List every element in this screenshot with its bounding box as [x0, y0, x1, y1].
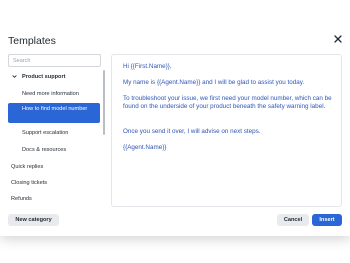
close-icon-glyph [334, 35, 342, 43]
chevron-down-icon[interactable] [12, 74, 17, 79]
cancel-button[interactable]: Cancel [277, 214, 309, 226]
template-signature: {{Agent.Name}} [123, 144, 167, 151]
category-product-support[interactable]: Product support [22, 74, 66, 80]
template-paragraph: My name is {{Agent.Name}} and I will be … [123, 79, 305, 86]
template-item[interactable]: Need more information [22, 91, 79, 97]
insert-button[interactable]: Insert [312, 214, 342, 226]
template-preview: Hi {{First.Name}}, My name is {{Agent.Na… [111, 54, 342, 207]
template-paragraph: Once you send it over, I will advise on … [123, 128, 261, 135]
close-icon[interactable] [332, 33, 344, 45]
category-closing-tickets[interactable]: Closing tickets [11, 180, 47, 186]
template-item-selected[interactable]: How to find model number [8, 103, 100, 123]
search-input[interactable] [8, 54, 101, 67]
template-greeting: Hi {{First.Name}}, [123, 63, 172, 70]
category-quick-replies[interactable]: Quick replies [11, 164, 43, 170]
sidebar-scrollbar[interactable] [103, 70, 105, 135]
template-item[interactable]: Docs & resources [22, 147, 66, 153]
template-item-label: How to find model number [22, 106, 88, 112]
templates-dialog: Templates Product support Need more info… [0, 0, 350, 236]
dialog-title: Templates [8, 35, 56, 47]
template-item[interactable]: Support escalation [22, 130, 68, 136]
template-paragraph: To troubleshoot your issue, we first nee… [123, 95, 332, 111]
new-category-button[interactable]: New category [8, 214, 59, 226]
category-refunds[interactable]: Refunds [11, 196, 32, 202]
